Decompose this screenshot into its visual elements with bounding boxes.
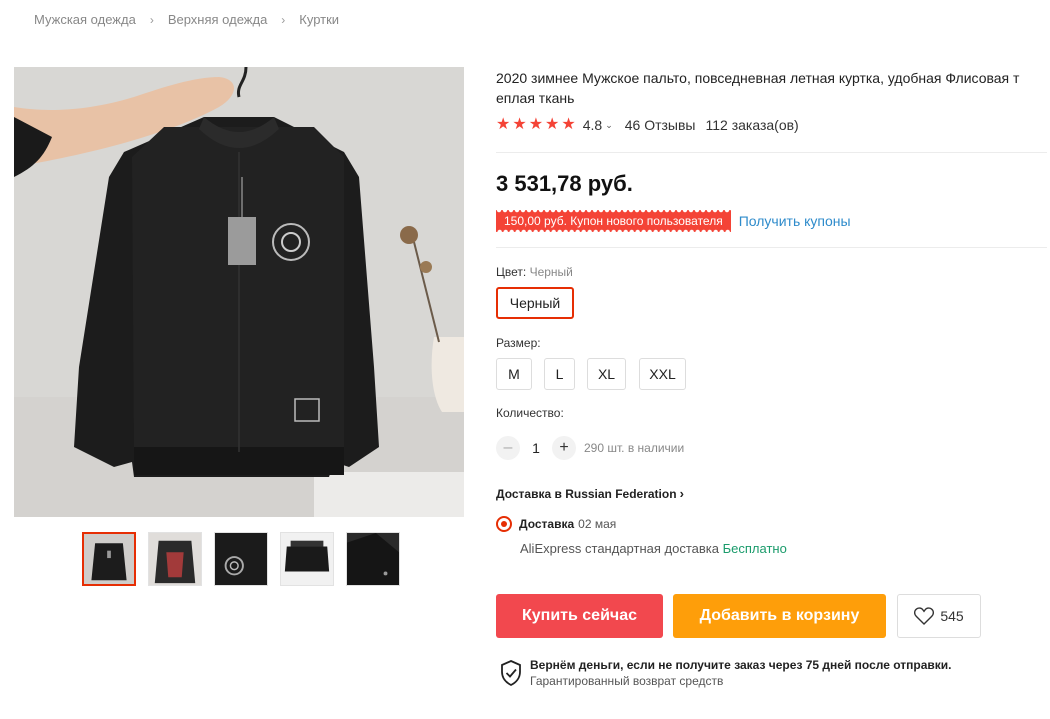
quantity-value[interactable]: 1 <box>520 440 552 456</box>
heart-icon <box>914 607 935 625</box>
coupon-badge[interactable]: 150,00 руб. Купон нового пользователя <box>496 210 731 232</box>
size-option-m[interactable]: M <box>496 358 532 390</box>
thumbnail-2[interactable] <box>148 532 202 586</box>
shipping-destination[interactable]: Доставка в Russian Federation › <box>496 486 684 501</box>
rating-row: ★ ★ ★ ★ ★ 4.8 ⌄ 46 Отзывы 112 заказа(ов) <box>496 117 799 134</box>
color-selected-name: Черный <box>529 265 573 279</box>
reviews-link[interactable]: 46 Отзывы <box>625 117 696 133</box>
breadcrumb: Мужская одежда › Верхняя одежда › Куртки <box>34 12 339 27</box>
thumbnail-strip <box>82 532 400 586</box>
rating-value[interactable]: 4.8 <box>583 117 602 133</box>
get-coupons-link[interactable]: Получить купоны <box>739 213 851 229</box>
shipping-date: 02 мая <box>578 517 617 531</box>
product-title: 2020 зимнее Мужское пальто, повседневная… <box>496 70 1020 106</box>
quantity-plus-button[interactable]: + <box>552 436 576 460</box>
shield-check-icon <box>501 660 521 686</box>
thumbnail-5[interactable] <box>346 532 400 586</box>
star-icon: ★ <box>545 116 560 133</box>
star-icon: ★ <box>561 116 576 133</box>
wishlist-button[interactable]: 545 <box>897 594 981 638</box>
size-option-xxl[interactable]: XXL <box>639 358 686 390</box>
product-main-image[interactable] <box>14 67 464 517</box>
add-to-cart-button[interactable]: Добавить в корзину <box>673 594 886 638</box>
chevron-right-icon: › <box>679 486 684 501</box>
chevron-down-icon[interactable]: ⌄ <box>605 120 613 131</box>
size-option-l[interactable]: L <box>544 358 575 390</box>
rating-stars: ★ ★ ★ ★ ★ <box>496 117 576 133</box>
divider <box>496 152 1047 153</box>
wishlist-count: 545 <box>940 608 964 624</box>
guarantee-subtitle: Гарантированный возврат средств <box>530 674 724 688</box>
shipping-service: AliExpress стандартная доставка Бесплатн… <box>520 541 787 556</box>
color-label: Цвет: Черный <box>496 265 573 279</box>
quantity-stepper: – 1 + 290 шт. в наличии <box>496 436 684 460</box>
chevron-right-icon: › <box>149 12 154 27</box>
guarantee-title: Вернём деньги, если не получите заказ че… <box>530 658 952 672</box>
star-icon: ★ <box>512 116 527 133</box>
shipping-option[interactable]: Доставка 02 мая <box>496 516 616 532</box>
color-label-text: Цвет: <box>496 265 527 279</box>
shipping-service-name: AliExpress стандартная доставка <box>520 541 719 556</box>
breadcrumb-item[interactable]: Верхняя одежда <box>168 12 267 27</box>
divider <box>496 247 1047 248</box>
radio-selected-icon[interactable] <box>496 516 512 532</box>
thumbnail-4[interactable] <box>280 532 334 586</box>
shipping-destination-text: Доставка в Russian Federation <box>496 486 677 501</box>
buy-now-button[interactable]: Купить сейчас <box>496 594 663 638</box>
price: 3 531,78 руб. <box>496 171 633 196</box>
breadcrumb-item[interactable]: Мужская одежда <box>34 12 136 27</box>
shipping-price: Бесплатно <box>722 541 787 556</box>
star-icon: ★ <box>528 116 544 133</box>
orders-count: 112 заказа(ов) <box>705 117 799 133</box>
stock-count: 290 шт. в наличии <box>584 441 685 455</box>
chevron-right-icon: › <box>281 12 286 27</box>
size-label: Размер: <box>496 336 541 350</box>
thumbnail-1[interactable] <box>82 532 136 586</box>
star-icon: ★ <box>496 116 511 133</box>
breadcrumb-item[interactable]: Куртки <box>299 12 339 27</box>
coupon-row: 150,00 руб. Купон нового пользователя По… <box>496 210 851 232</box>
quantity-label: Количество: <box>496 406 564 420</box>
size-option-xl[interactable]: XL <box>587 358 626 390</box>
color-option-black[interactable]: Черный <box>496 287 574 319</box>
shipping-option-label: Доставка <box>519 517 575 531</box>
thumbnail-3[interactable] <box>214 532 268 586</box>
buyer-protection: Вернём деньги, если не получите заказ че… <box>500 657 952 689</box>
quantity-minus-button[interactable]: – <box>496 436 520 460</box>
